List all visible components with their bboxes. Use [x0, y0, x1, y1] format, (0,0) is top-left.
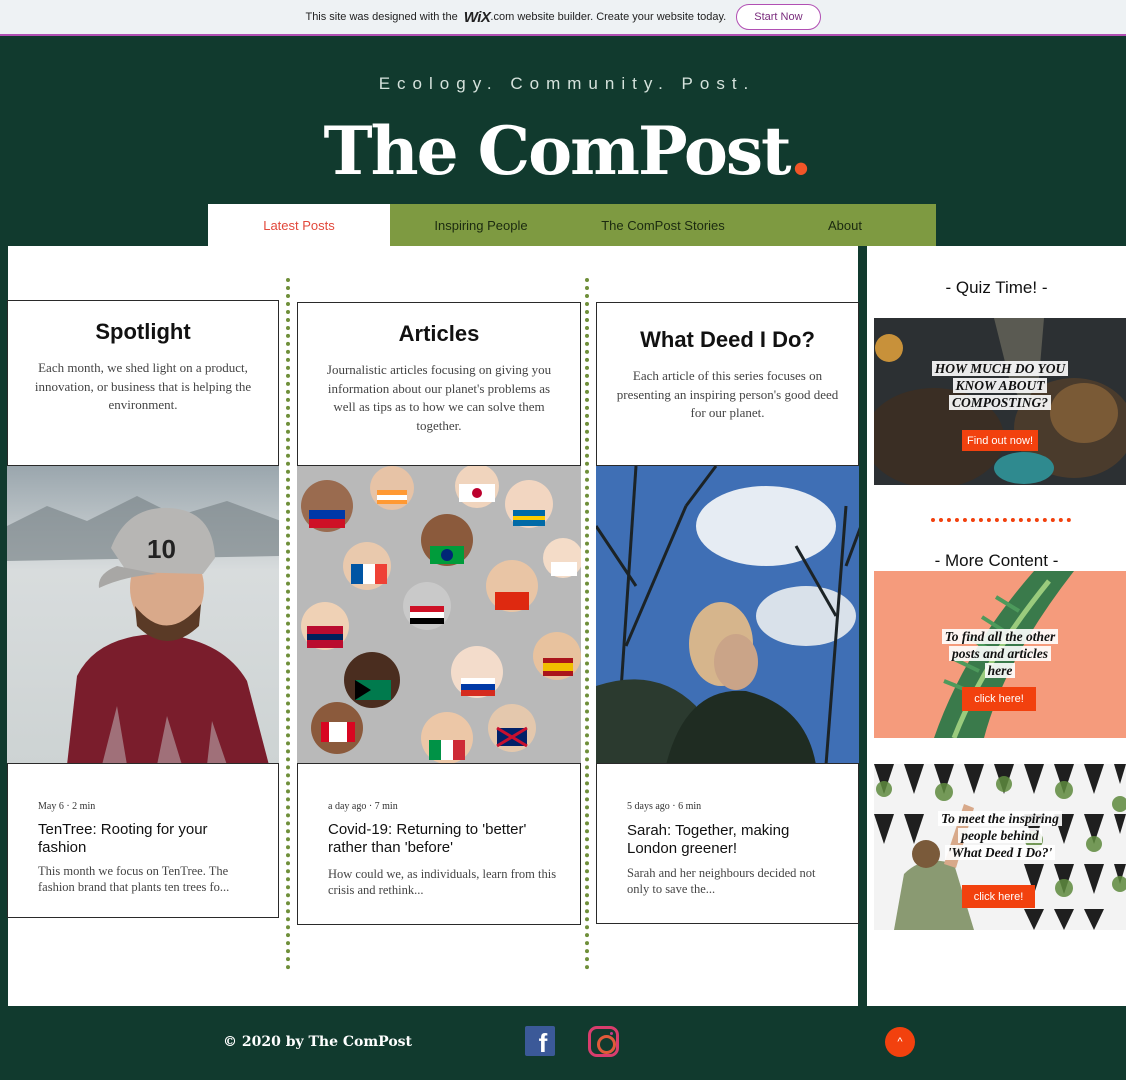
quiz-find-out-button[interactable]: Find out now!	[962, 430, 1038, 451]
spotlight-post-title[interactable]: TenTree: Rooting for your fashion	[38, 821, 248, 857]
start-now-button[interactable]: Start Now	[736, 4, 821, 30]
articles-post-title[interactable]: Covid-19: Returning to 'better' rather t…	[328, 821, 548, 857]
site-title[interactable]: The ComPost.	[8, 112, 1126, 190]
svg-text:10: 10	[147, 534, 176, 564]
spotlight-post-excerpt: This month we focus on TenTree. The fash…	[38, 864, 230, 894]
all-posts-click-button[interactable]: click here!	[962, 687, 1036, 711]
articles-post-excerpt: How could we, as individuals, learn from…	[328, 867, 557, 897]
all-posts-promo[interactable]: To find all the other posts and articles…	[874, 571, 1126, 738]
nav-about[interactable]: About	[754, 204, 936, 246]
sidebar-divider-dots	[931, 518, 1071, 522]
site-title-text: The ComPost	[323, 112, 792, 190]
wix-banner-text-after: .com website builder. Create your websit…	[490, 11, 727, 23]
site-header: Ecology. Community. Post. The ComPost. L…	[8, 38, 1126, 246]
spotlight-card[interactable]: Spotlight Each month, we shed light on a…	[7, 300, 279, 918]
back-to-top-button[interactable]: ^	[885, 1027, 915, 1057]
main-content: Spotlight Each month, we shed light on a…	[7, 246, 859, 1006]
facebook-icon[interactable]: f	[525, 1026, 555, 1056]
site-footer: © 2020 by The ComPost f ^	[8, 1006, 1126, 1080]
articles-title: Articles	[398, 321, 480, 346]
all-posts-line-2: posts and articles	[948, 646, 1051, 661]
wix-logo[interactable]: WiX	[464, 9, 491, 26]
wix-banner-text-before: This site was designed with the	[305, 11, 458, 23]
what-deed-title: What Deed I Do?	[640, 327, 815, 352]
articles-post-meta: a day ago · 7 min	[328, 801, 398, 812]
divider-dots-right	[585, 278, 589, 970]
what-deed-post-excerpt: Sarah and her neighbours decided not onl…	[627, 866, 816, 896]
quiz-title: - Quiz Time! -	[945, 278, 1048, 297]
spotlight-post-meta: May 6 · 2 min	[38, 801, 96, 812]
spotlight-image[interactable]: 10	[7, 465, 279, 764]
divider-dots-left	[286, 278, 290, 970]
articles-card[interactable]: Articles Journalistic articles focusing …	[297, 302, 581, 925]
copyright-text: © 2020 by The ComPost	[223, 1034, 413, 1050]
nav-latest-posts[interactable]: Latest Posts	[208, 204, 390, 246]
nav-inspiring-people[interactable]: Inspiring People	[390, 204, 572, 246]
inspiring-people-click-button[interactable]: click here!	[962, 885, 1035, 908]
all-posts-promo-text: To find all the other posts and articles…	[874, 628, 1126, 679]
inspiring-line-2: people behind	[958, 828, 1042, 843]
spotlight-title: Spotlight	[95, 319, 191, 344]
what-deed-post-title[interactable]: Sarah: Together, making London greener!	[627, 822, 827, 858]
instagram-icon[interactable]	[588, 1026, 619, 1057]
all-posts-line-1: To find all the other	[941, 629, 1059, 644]
sidebar: - Quiz Time! - HOW MUCH DO YOU KNOW ABOU…	[867, 246, 1126, 1006]
more-content-title: - More Content -	[934, 551, 1059, 570]
nav-compost-stories[interactable]: The ComPost Stories	[572, 204, 754, 246]
inspiring-people-promo[interactable]: To meet the inspiring people behind 'Wha…	[874, 764, 1126, 930]
what-deed-card[interactable]: What Deed I Do? Each article of this ser…	[596, 302, 859, 924]
quiz-promo-text: HOW MUCH DO YOU KNOW ABOUT COMPOSTING?	[874, 360, 1126, 411]
spotlight-description: Each month, we shed light on a product, …	[34, 360, 252, 412]
inspiring-line-3: 'What Deed I Do?'	[944, 845, 1056, 860]
inspiring-line-1: To meet the inspiring	[938, 811, 1062, 826]
site-title-dot: .	[789, 112, 813, 190]
quiz-promo[interactable]: HOW MUCH DO YOU KNOW ABOUT COMPOSTING? F…	[874, 318, 1126, 485]
what-deed-post-meta: 5 days ago · 6 min	[627, 801, 702, 812]
quiz-line-1: HOW MUCH DO YOU	[931, 361, 1069, 376]
what-deed-image[interactable]	[596, 465, 859, 764]
inspiring-people-promo-text: To meet the inspiring people behind 'Wha…	[874, 810, 1126, 861]
quiz-line-3: COMPOSTING?	[948, 395, 1051, 410]
what-deed-description: Each article of this series focuses on p…	[616, 368, 839, 420]
all-posts-line-3: here	[984, 663, 1016, 678]
main-nav: Latest Posts Inspiring People The ComPos…	[208, 204, 936, 246]
facebook-glyph: f	[538, 1028, 548, 1058]
articles-image[interactable]	[297, 465, 581, 764]
articles-description: Journalistic articles focusing on giving…	[326, 362, 552, 433]
site-tagline: Ecology. Community. Post.	[378, 74, 756, 93]
quiz-line-2: KNOW ABOUT	[952, 378, 1048, 393]
wix-banner: This site was designed with the WiX .com …	[0, 0, 1126, 36]
